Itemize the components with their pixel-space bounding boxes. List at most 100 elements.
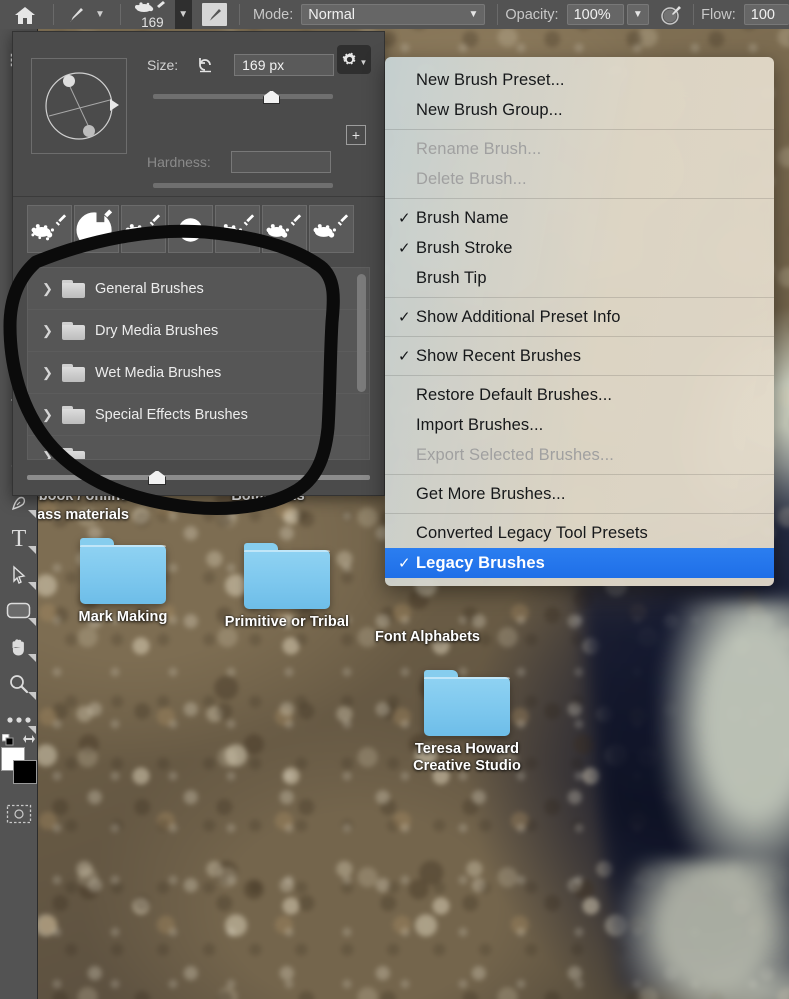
menu-separator (385, 513, 774, 514)
tool-path-selection[interactable] (0, 557, 38, 593)
brush-tip-angle-preview[interactable] (31, 58, 127, 154)
tool-zoom[interactable] (0, 665, 38, 703)
brush-preset-picker-panel[interactable]: Size: 169 px Hardness: ▼ + ❯ General Bru… (12, 31, 385, 496)
blend-mode-select[interactable]: Normal ▼ (301, 4, 486, 25)
airbrush-icon[interactable] (659, 3, 683, 27)
tool-hand[interactable] (0, 629, 38, 665)
menu-item-import-brushes[interactable]: ✓ Import Brushes... (385, 410, 774, 440)
menu-item-label: Export Selected Brushes... (416, 445, 614, 464)
tool-rectangle[interactable] (0, 593, 38, 629)
folder-label: Mark Making (78, 609, 168, 625)
brush-size-input[interactable]: 169 px (234, 54, 335, 76)
brush-list-scrollbar[interactable] (357, 274, 366, 392)
menu-item-rename-brush: ✓ Rename Brush... (385, 134, 774, 164)
label-font-alphabets[interactable]: Font Alphabets (375, 628, 555, 647)
check-icon: ✓ (398, 71, 416, 89)
background-color-swatch[interactable] (13, 760, 37, 784)
flow-input[interactable]: 100 (743, 4, 789, 25)
folder-teresa-howard-creative-studio[interactable]: Teresa Howard Creative Studio (402, 670, 532, 775)
menu-item-brush-tip[interactable]: ✓ Brush Tip (385, 263, 774, 293)
folder-icon (62, 405, 85, 424)
color-swatches[interactable] (0, 733, 38, 793)
recent-brush-1[interactable] (27, 205, 72, 253)
recent-brushes-strip[interactable] (27, 205, 370, 255)
brush-group-label: General Brushes (95, 280, 204, 297)
recent-brush-6[interactable] (262, 205, 307, 253)
menu-item-legacy-brushes[interactable]: ✓ Legacy Brushes (385, 548, 774, 578)
check-icon: ✓ (398, 140, 416, 158)
tool-type[interactable]: T (0, 521, 38, 557)
new-brush-preset-plus-icon[interactable]: + (346, 125, 366, 145)
recent-brush-2[interactable] (74, 205, 119, 253)
opacity-chevron-down-icon[interactable]: ▼ (626, 4, 650, 25)
swap-colors-icon[interactable] (22, 731, 36, 745)
wallpaper-light-highlight-2 (619, 860, 789, 999)
menu-separator (385, 198, 774, 199)
brush-size-slider[interactable] (153, 90, 333, 104)
menu-item-new-brush-group[interactable]: ✓ New Brush Group... (385, 95, 774, 125)
brush-group-row[interactable]: ❯ Wet Media Brushes (28, 352, 369, 394)
menu-item-label: New Brush Group... (416, 100, 563, 119)
menu-item-brush-stroke[interactable]: ✓ Brush Stroke (385, 233, 774, 263)
opacity-label: Opacity: (505, 6, 559, 23)
menu-item-get-more-brushes[interactable]: ✓ Get More Brushes... (385, 479, 774, 509)
chevron-right-icon[interactable]: ❯ (42, 323, 53, 339)
brush-preset-thumbnail[interactable]: 169 (132, 0, 173, 30)
menu-item-label: Delete Brush... (416, 169, 527, 188)
panel-bottom-slider-thumb[interactable] (148, 470, 166, 485)
brush-groups-list[interactable]: ❯ General Brushes ❯ Dry Media Brushes ❯ … (27, 267, 370, 460)
opacity-input[interactable]: 100% (566, 4, 624, 25)
brush-panel-context-menu[interactable]: ✓ New Brush Preset... ✓ New Brush Group.… (385, 57, 774, 586)
menu-item-show-recent-brushes[interactable]: ✓ Show Recent Brushes (385, 341, 774, 371)
brush-group-row-partial[interactable]: ❯ (28, 436, 369, 459)
folder-mark-making[interactable]: Mark Making (58, 538, 188, 626)
check-icon: ✓ (398, 170, 416, 188)
brush-group-label: Wet Media Brushes (95, 364, 222, 381)
menu-item-converted-legacy-tool-presets[interactable]: ✓ Converted Legacy Tool Presets (385, 518, 774, 548)
chevron-right-icon[interactable]: ❯ (42, 449, 53, 459)
chevron-right-icon[interactable]: ❯ (42, 281, 53, 297)
blend-mode-value: Normal (308, 6, 356, 23)
folder-icon (424, 670, 510, 736)
brush-size-slider-thumb[interactable] (263, 90, 280, 104)
menu-item-show-additional-preset-info[interactable]: ✓ Show Additional Preset Info (385, 302, 774, 332)
brush-group-row[interactable]: ❯ General Brushes (28, 268, 369, 310)
chevron-right-icon[interactable]: ❯ (42, 407, 53, 423)
menu-item-delete-brush: ✓ Delete Brush... (385, 164, 774, 194)
mode-label: Mode: (252, 6, 294, 23)
menu-separator (385, 375, 774, 376)
menu-item-restore-default-brushes[interactable]: ✓ Restore Default Brushes... (385, 380, 774, 410)
check-icon: ✓ (398, 240, 411, 257)
home-icon[interactable] (14, 6, 35, 24)
brush-hardness-slider[interactable] (153, 179, 333, 193)
brush-icon[interactable] (65, 4, 87, 26)
recent-brush-3[interactable] (121, 205, 166, 253)
reset-arrow-icon[interactable] (196, 56, 216, 74)
recent-brush-4[interactable] (168, 205, 213, 253)
brush-preset-chevron-down-icon[interactable]: ▼ (174, 0, 192, 29)
quick-mask-icon[interactable] (0, 801, 38, 827)
gear-icon[interactable]: ▼ (337, 45, 371, 74)
brush-hardness-input[interactable] (230, 151, 331, 173)
folder-primitive-or-tribal[interactable]: Primitive or Tribal (222, 543, 352, 631)
menu-item-label: Brush Tip (416, 268, 487, 287)
brush-chevron-down-icon[interactable]: ▼ (95, 9, 105, 20)
folder-icon (62, 321, 85, 340)
check-icon: ✓ (398, 524, 416, 542)
menu-item-label: Show Recent Brushes (416, 346, 582, 365)
recent-brush-5[interactable] (215, 205, 260, 253)
brush-group-row[interactable]: ❯ Special Effects Brushes (28, 394, 369, 436)
menu-item-new-brush-preset[interactable]: ✓ New Brush Preset... (385, 65, 774, 95)
default-colors-icon[interactable] (1, 733, 14, 746)
chevron-right-icon[interactable]: ❯ (42, 365, 53, 381)
folder-icon (244, 543, 330, 609)
recent-brush-7[interactable] (309, 205, 354, 253)
menu-item-brush-name[interactable]: ✓ Brush Name (385, 203, 774, 233)
menu-item-label: Get More Brushes... (416, 484, 566, 503)
menu-separator (385, 336, 774, 337)
brush-group-row[interactable]: ❯ Dry Media Brushes (28, 310, 369, 352)
panel-bottom-slider[interactable] (27, 470, 370, 492)
brush-tool-preset[interactable] (201, 3, 227, 26)
menu-item-label: Brush Name (416, 208, 509, 227)
menu-separator (385, 129, 774, 130)
